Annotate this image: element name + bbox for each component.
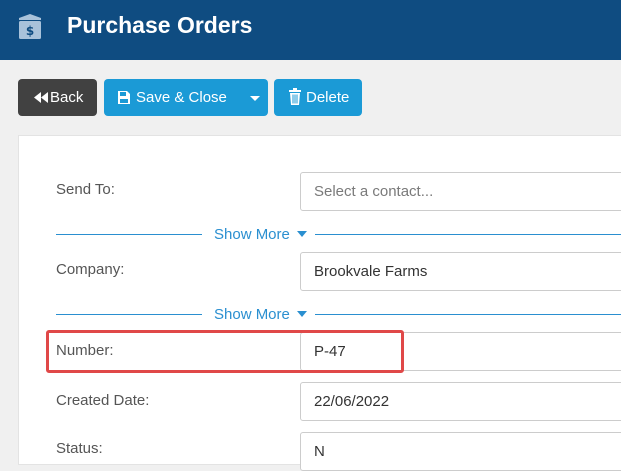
save-options-dropdown[interactable] xyxy=(242,79,268,116)
back-button-label: Back xyxy=(50,89,84,106)
show-more-toggle[interactable]: Show More xyxy=(214,226,290,243)
divider-line xyxy=(56,314,202,315)
show-more-toggle[interactable]: Show More xyxy=(214,306,290,323)
company-label: Company: xyxy=(56,261,125,278)
divider-line xyxy=(56,234,202,235)
back-button[interactable]: Back xyxy=(18,79,97,116)
double-left-arrow-icon xyxy=(34,92,48,103)
divider-line xyxy=(315,314,621,315)
save-close-label: Save & Close xyxy=(136,89,227,106)
caret-down-icon xyxy=(250,96,260,101)
caret-down-icon[interactable] xyxy=(297,231,307,237)
save-icon xyxy=(118,91,130,104)
svg-text:$: $ xyxy=(26,24,34,38)
trash-icon xyxy=(289,88,301,105)
page-title: Purchase Orders xyxy=(67,12,253,38)
app-header: $ Purchase Orders xyxy=(0,0,621,60)
send-to-label: Send To: xyxy=(56,181,115,198)
highlight-box xyxy=(46,330,404,373)
created-date-input[interactable]: 22/06/2022 xyxy=(300,382,621,421)
delete-button[interactable]: Delete xyxy=(274,79,362,116)
created-date-label: Created Date: xyxy=(56,392,150,409)
divider-line xyxy=(315,234,621,235)
delete-button-label: Delete xyxy=(306,89,350,106)
caret-down-icon[interactable] xyxy=(297,311,307,317)
send-to-input[interactable]: Select a contact... xyxy=(300,172,621,211)
money-box-icon: $ xyxy=(19,14,41,39)
status-select[interactable]: N xyxy=(300,432,621,471)
save-close-button[interactable]: Save & Close xyxy=(104,79,268,116)
company-input[interactable]: Brookvale Farms xyxy=(300,252,621,291)
